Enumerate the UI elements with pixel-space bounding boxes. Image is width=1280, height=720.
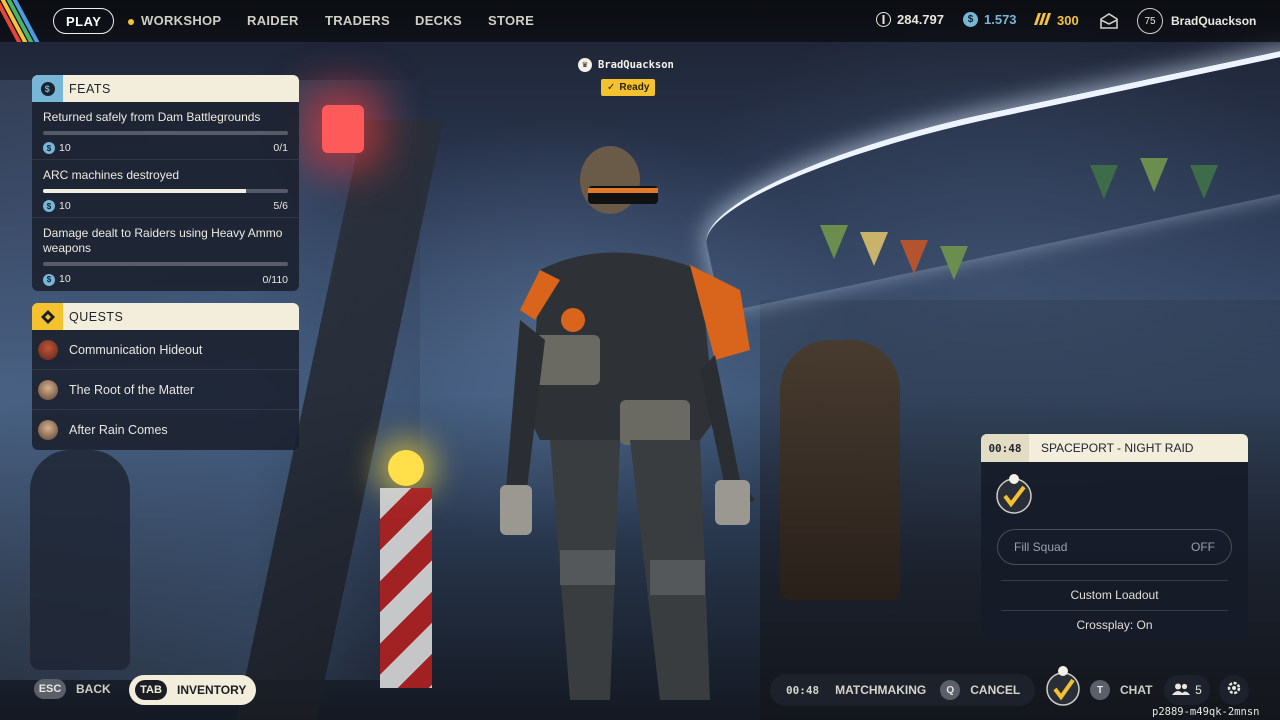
quest-item[interactable]: The Root of the Matter bbox=[32, 370, 299, 410]
matchmaking-timer: 00:48 bbox=[981, 434, 1029, 462]
player-nameplate: ♛ BradQuackson bbox=[578, 58, 674, 72]
divider bbox=[1001, 610, 1228, 611]
fill-squad-value: OFF bbox=[1191, 540, 1215, 554]
matchmaking-bar-timer: 00:48 bbox=[786, 683, 820, 697]
feat-progress-bar bbox=[43, 189, 288, 194]
background-figure bbox=[30, 450, 130, 670]
quest-item[interactable]: Communication Hideout bbox=[32, 330, 299, 370]
bunting-flag bbox=[900, 240, 928, 274]
top-navigation-bar: PLAY WORKSHOP RAIDER TRADERS DECKS STORE… bbox=[0, 0, 1280, 42]
raider-character bbox=[500, 146, 755, 700]
credits-icon: $ bbox=[43, 273, 55, 286]
feat-progress-bar bbox=[43, 262, 288, 267]
ready-badge: ✓ Ready bbox=[601, 79, 656, 96]
feat-progress-text: 0/110 bbox=[262, 273, 289, 286]
friends-button[interactable]: 5 bbox=[1164, 675, 1210, 705]
currency-coins: 284.797 bbox=[876, 12, 944, 27]
tab-key-hint: TAB bbox=[135, 680, 167, 700]
quest-giver-avatar bbox=[38, 339, 58, 360]
build-version-text: p2889-m49qk-2mnsn bbox=[1152, 706, 1260, 718]
yellow-lamp bbox=[388, 450, 424, 486]
red-lamp bbox=[322, 105, 364, 153]
player-level-badge[interactable]: 75 bbox=[1137, 8, 1163, 34]
profile-username[interactable]: BradQuackson bbox=[1171, 14, 1256, 28]
check-icon: ✓ bbox=[607, 82, 616, 93]
esc-key-hint: ESC bbox=[34, 679, 66, 699]
divider bbox=[1001, 580, 1228, 581]
credits-icon: $ bbox=[43, 142, 55, 155]
bunting-flag bbox=[820, 225, 848, 259]
quests-header[interactable]: QUESTS bbox=[32, 303, 299, 330]
credits-icon: $ bbox=[43, 200, 55, 213]
bunting-flag bbox=[1190, 165, 1218, 199]
mail-icon[interactable] bbox=[1100, 13, 1118, 34]
feats-header[interactable]: $ FEATS bbox=[32, 75, 299, 102]
cancel-matchmaking-button[interactable]: Q CANCEL bbox=[940, 680, 1020, 700]
matchmaking-label: MATCHMAKING bbox=[835, 683, 927, 697]
raider-tokens-icon bbox=[1033, 12, 1051, 29]
q-key-hint: Q bbox=[940, 680, 961, 700]
notification-dot bbox=[128, 18, 134, 25]
quest-giver-avatar bbox=[38, 420, 58, 440]
nav-workshop[interactable]: WORKSHOP bbox=[128, 13, 221, 28]
custom-loadout-button[interactable]: Custom Loadout bbox=[1001, 588, 1228, 602]
nav-traders[interactable]: TRADERS bbox=[325, 13, 390, 28]
rainbow-stripes-logo bbox=[0, 0, 44, 42]
feat-progress-text: 5/6 bbox=[273, 200, 288, 213]
feat-item[interactable]: ARC machines destroyed $10 5/6 bbox=[32, 160, 299, 219]
credits-icon: $ bbox=[963, 12, 978, 27]
feat-item[interactable]: Returned safely from Dam Battlegrounds $… bbox=[32, 102, 299, 161]
matchmaking-status-bar: 00:48 MATCHMAKING Q CANCEL bbox=[770, 674, 1035, 706]
bunting-flag bbox=[1140, 158, 1168, 192]
nav-play-button[interactable]: PLAY bbox=[53, 8, 115, 34]
bunting-flag bbox=[940, 246, 968, 280]
feat-item[interactable]: Damage dealt to Raiders using Heavy Ammo… bbox=[32, 218, 299, 290]
quests-icon bbox=[32, 303, 63, 330]
player-avatar-icon[interactable] bbox=[1045, 665, 1081, 707]
currency-raider-tokens: 300 bbox=[1033, 12, 1079, 29]
map-name: SPACEPORT - NIGHT RAID bbox=[1041, 441, 1194, 455]
npc-trader bbox=[780, 340, 900, 600]
nav-store[interactable]: STORE bbox=[488, 13, 534, 28]
chat-button[interactable]: T CHAT bbox=[1090, 680, 1152, 700]
quests-panel: QUESTS Communication Hideout The Root of… bbox=[32, 303, 299, 450]
feat-progress-text: 0/1 bbox=[273, 142, 288, 155]
feats-icon: $ bbox=[32, 75, 63, 102]
coins-icon bbox=[876, 12, 891, 27]
nav-decks[interactable]: DECKS bbox=[415, 13, 462, 28]
bunting-flag bbox=[860, 232, 888, 266]
squad-member-avatar[interactable] bbox=[995, 474, 1033, 514]
crown-icon: ♛ bbox=[578, 58, 592, 72]
friends-icon bbox=[1172, 683, 1191, 698]
crossplay-setting[interactable]: Crossplay: On bbox=[1001, 618, 1228, 632]
matchmaking-card-header: 00:48 SPACEPORT - NIGHT RAID bbox=[981, 434, 1248, 462]
t-key-hint: T bbox=[1090, 680, 1110, 700]
nav-raider[interactable]: RAIDER bbox=[247, 13, 299, 28]
feats-panel: $ FEATS Returned safely from Dam Battleg… bbox=[32, 75, 299, 291]
currency-credits: $ 1.573 bbox=[963, 12, 1017, 27]
matchmaking-card: 00:48 SPACEPORT - NIGHT RAID Fill Squad … bbox=[981, 434, 1248, 646]
inventory-button[interactable]: TAB INVENTORY bbox=[129, 675, 257, 705]
bunting-flag bbox=[1090, 165, 1118, 199]
striped-barrier bbox=[380, 488, 432, 688]
quest-giver-avatar bbox=[38, 379, 58, 400]
feat-progress-bar bbox=[43, 131, 288, 135]
back-button[interactable]: ESC BACK bbox=[34, 679, 111, 699]
fill-squad-toggle[interactable]: Fill Squad OFF bbox=[997, 529, 1232, 565]
quest-item[interactable]: After Rain Comes bbox=[32, 410, 299, 450]
gear-icon bbox=[1226, 680, 1242, 701]
settings-button[interactable] bbox=[1219, 675, 1249, 705]
